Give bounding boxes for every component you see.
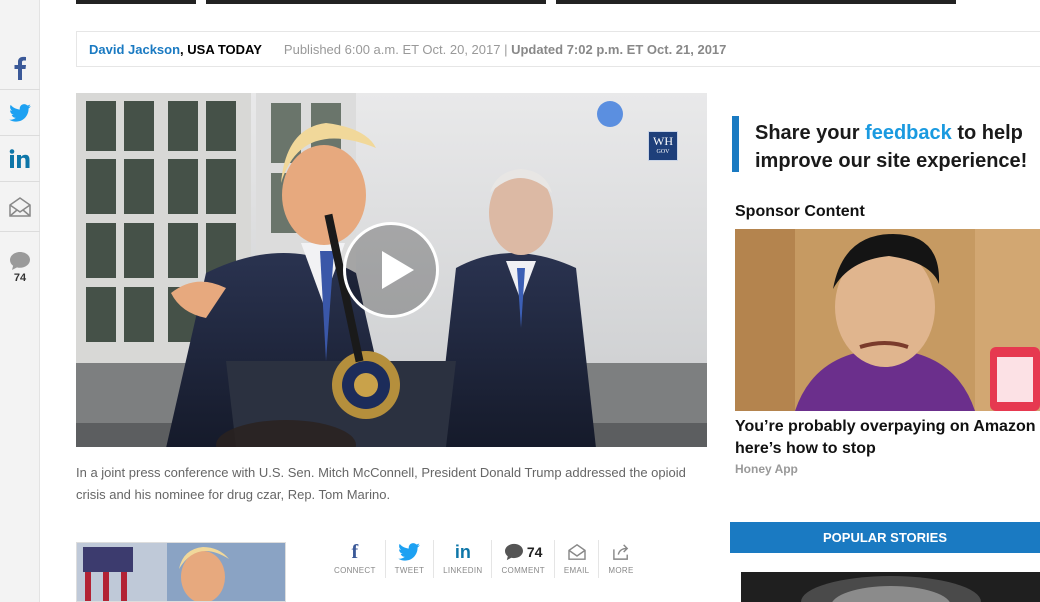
play-icon[interactable] bbox=[343, 222, 439, 318]
author-organization: , USA TODAY bbox=[180, 41, 262, 57]
comment-icon bbox=[504, 543, 523, 561]
author-link[interactable]: David Jackson bbox=[89, 42, 180, 57]
popular-stories-header[interactable]: POPULAR STORIES bbox=[730, 522, 1040, 553]
feedback-link[interactable]: feedback bbox=[865, 122, 952, 144]
rail-email-button[interactable] bbox=[0, 186, 40, 228]
share-facebook-button[interactable]: f CONNECT bbox=[325, 540, 386, 578]
linkedin-icon: in bbox=[454, 541, 471, 562]
byline: David Jackson, USA TODAY Published 6:00 … bbox=[76, 31, 1040, 67]
feedback-banner[interactable]: Share your feedback to help improve our … bbox=[730, 93, 1040, 193]
publish-timestamp: Published 6:00 a.m. ET Oct. 20, 2017 | U… bbox=[283, 41, 727, 57]
comment-icon bbox=[10, 251, 30, 270]
share-bar: f CONNECT TWEET in LINKEDIN 74 COMMENT E… bbox=[325, 540, 643, 580]
twitter-icon bbox=[9, 104, 31, 122]
feedback-text: Share your feedback to help improve our … bbox=[755, 122, 1028, 172]
feedback-accent-bar bbox=[732, 116, 739, 172]
share-icon bbox=[613, 544, 629, 560]
wh-gov-watermark: WH GOV bbox=[648, 131, 678, 161]
rail-twitter-button[interactable] bbox=[0, 93, 40, 133]
sponsor-content-heading: Sponsor Content bbox=[735, 203, 865, 220]
comment-count: 74 bbox=[526, 544, 543, 560]
share-rail: 74 bbox=[0, 0, 40, 602]
email-icon bbox=[567, 544, 586, 560]
updated-timestamp: Updated 7:02 p.m. ET Oct. 21, 2017 bbox=[511, 41, 727, 57]
share-email-button[interactable]: EMAIL bbox=[555, 540, 600, 578]
rail-comment-count: 74 bbox=[13, 271, 27, 284]
facebook-icon bbox=[14, 56, 26, 80]
share-more-button[interactable]: MORE bbox=[599, 540, 642, 578]
email-icon bbox=[9, 197, 31, 217]
rail-comment-button[interactable]: 74 bbox=[0, 244, 40, 290]
share-twitter-button[interactable]: TWEET bbox=[386, 540, 435, 578]
video-player[interactable]: WH GOV bbox=[76, 93, 707, 447]
sponsor-headline[interactable]: You’re probably overpaying on Amazon here… bbox=[735, 416, 1040, 460]
article-headline-cropped bbox=[76, 0, 976, 6]
rail-linkedin-button[interactable] bbox=[0, 139, 40, 179]
sponsor-image[interactable] bbox=[735, 229, 1040, 411]
twitter-icon bbox=[398, 543, 421, 561]
video-caption: In a joint press conference with U.S. Se… bbox=[76, 465, 686, 502]
popular-story-image[interactable] bbox=[741, 572, 1040, 602]
sponsor-source: Honey App bbox=[735, 462, 798, 476]
related-thumbnail[interactable] bbox=[76, 542, 286, 602]
share-linkedin-button[interactable]: in LINKEDIN bbox=[434, 540, 493, 578]
linkedin-icon bbox=[9, 149, 30, 168]
facebook-icon: f bbox=[351, 540, 359, 563]
rail-facebook-button[interactable] bbox=[0, 48, 40, 88]
share-comment-button[interactable]: 74 COMMENT bbox=[492, 540, 555, 578]
